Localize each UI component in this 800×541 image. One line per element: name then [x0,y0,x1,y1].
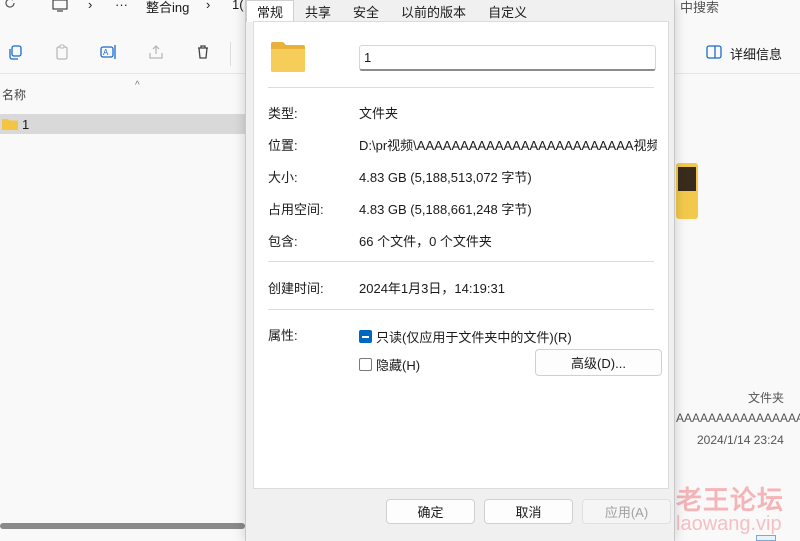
tab-customize[interactable]: 自定义 [477,1,538,22]
column-header[interactable]: 名称 ^ [0,80,245,106]
location-label: 位置: [268,138,298,153]
watermark-text: 老王论坛 [676,485,785,515]
readonly-label: 只读(仅应用于文件夹中的文件)(R) [376,330,572,345]
properties-dialog: 常规 共享 安全 以前的版本 自定义 类型: 文件夹 位置: D:\pr视频\A… [245,0,675,541]
divider [268,261,654,262]
folder-name-input[interactable] [359,45,656,71]
readonly-checkbox-row[interactable]: 只读(仅应用于文件夹中的文件)(R) [359,327,572,346]
sort-ascending-icon: ^ [135,80,140,91]
divider [268,87,654,88]
folder-preview-thumbnail [676,163,698,219]
file-list-item-name: 1 [22,116,30,132]
tab-security[interactable]: 安全 [342,1,390,22]
watermark-url: laowang.vip [676,513,782,535]
breadcrumb-chevron-icon[interactable]: › [206,0,210,12]
ok-button[interactable]: 确定 [386,499,475,524]
hidden-checkbox[interactable] [359,358,372,371]
type-value: 文件夹 [359,106,399,121]
apply-button[interactable]: 应用(A) [582,499,671,524]
file-list-item[interactable]: 1 [0,114,245,134]
disk-size-label: 占用空间: [268,202,324,217]
hidden-checkbox-row[interactable]: 隐藏(H) [359,355,420,374]
details-pane-button[interactable]: 详细信息 [706,42,782,64]
column-header-name[interactable]: 名称 [2,86,26,103]
refresh-icon[interactable] [4,0,16,12]
breadcrumb-folder[interactable]: 1( [232,0,244,12]
contains-value: 66 个文件，0 个文件夹 [359,234,492,249]
contains-label: 包含: [268,234,298,249]
cancel-button[interactable]: 取消 [484,499,573,524]
folder-icon [2,119,18,130]
breadcrumb-folder[interactable]: 整合ing [146,0,189,16]
share-icon[interactable] [146,42,166,62]
folder-icon [271,42,305,72]
hidden-label: 隐藏(H) [376,358,421,373]
search-box-placeholder[interactable]: 中搜索 [680,0,719,16]
size-value: 4.83 GB (5,188,513,072 字节) [359,170,532,185]
location-value[interactable]: D:\pr视频\AAAAAAAAAAAAAAAAAAAAAAAAA视频\整合 [359,135,657,154]
details-type: 文件夹 [748,391,785,405]
preview-image [678,167,696,191]
horizontal-scrollbar[interactable] [0,523,245,529]
details-date: 2024/1/14 23:24 [697,433,784,447]
disk-size-value: 4.83 GB (5,188,661,248 字节) [359,202,532,217]
tab-bar: 常规 共享 安全 以前的版本 自定义 [246,0,676,22]
rename-icon[interactable]: A [99,42,119,62]
size-label: 大小: [268,170,298,185]
advanced-button[interactable]: 高级(D)... [535,349,662,376]
tab-general[interactable]: 常规 [246,0,295,22]
attributes-label: 属性: [268,328,298,343]
created-label: 创建时间: [268,281,324,296]
divider [268,309,654,310]
tab-sharing[interactable]: 共享 [294,1,342,22]
details-pane-icon [706,44,722,62]
created-value: 2024年1月3日，14:19:31 [359,281,505,296]
tab-previous-versions[interactable]: 以前的版本 [390,1,477,22]
details-pane-label: 详细信息 [730,46,783,62]
type-label: 类型: [268,106,298,121]
breadcrumb-overflow-button[interactable]: ··· [115,0,128,12]
details-path: AAAAAAAAAAAAAAAA... [676,411,800,425]
paste-icon[interactable] [52,42,72,62]
readonly-checkbox[interactable] [359,330,372,343]
delete-icon[interactable] [193,42,213,62]
general-tab-panel: 类型: 文件夹 位置: D:\pr视频\AAAAAAAAAAAAAAAAAAAA… [253,21,669,489]
copy-icon[interactable] [5,42,25,62]
monitor-icon[interactable] [52,0,68,12]
breadcrumb-chevron-icon[interactable]: › [88,0,92,12]
svg-text:A: A [103,48,109,57]
toolbar-separator [230,42,231,66]
